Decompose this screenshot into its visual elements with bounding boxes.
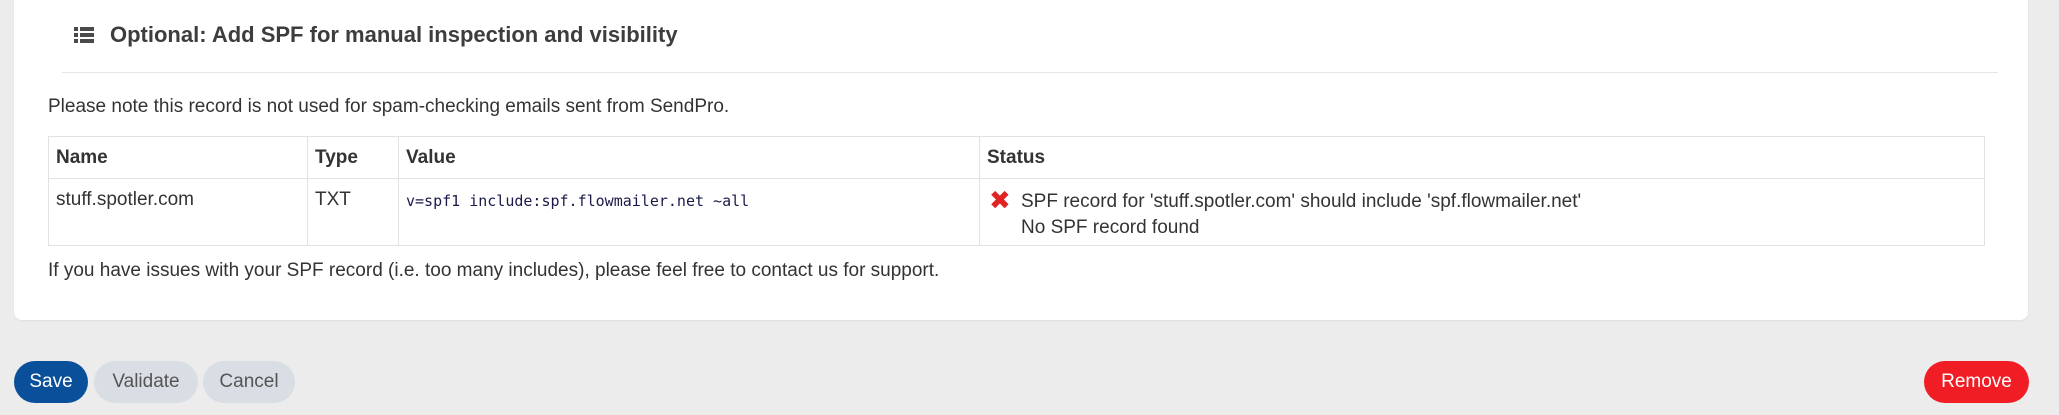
spf-note: Please note this record is not used for … <box>48 96 730 117</box>
list-icon <box>74 27 96 43</box>
status-detail: No SPF record found <box>1021 217 1200 238</box>
spf-panel: Optional: Add SPF for manual inspection … <box>14 0 2028 320</box>
header-value: Value <box>398 136 980 179</box>
panel-header: Optional: Add SPF for manual inspection … <box>62 0 1998 73</box>
status-lines: SPF record for 'stuff.spotler.com' shoul… <box>1021 189 1581 241</box>
support-text: If you have issues with your SPF record … <box>48 260 940 281</box>
status-message: SPF record for 'stuff.spotler.com' shoul… <box>1021 191 1582 212</box>
error-x-icon: ✖ <box>989 185 1011 215</box>
record-name: stuff.spotler.com <box>48 178 308 246</box>
status-wrap: ✖ SPF record for 'stuff.spotler.com' sho… <box>987 185 1977 241</box>
spf-records-table: Name Type Value Status stuff.spotler.com… <box>48 136 1985 246</box>
record-status-cell: ✖ SPF record for 'stuff.spotler.com' sho… <box>979 178 1985 246</box>
save-button[interactable]: Save <box>14 361 88 403</box>
header-name: Name <box>48 136 308 179</box>
record-value: v=spf1 include:spf.flowmailer.net ~all <box>406 192 750 210</box>
record-type: TXT <box>307 178 399 246</box>
panel-title: Optional: Add SPF for manual inspection … <box>110 22 678 47</box>
remove-button[interactable]: Remove <box>1924 361 2029 403</box>
table-header-row: Name Type Value Status <box>48 136 1985 179</box>
record-value-cell: v=spf1 include:spf.flowmailer.net ~all <box>398 178 980 246</box>
header-type: Type <box>307 136 399 179</box>
header-status: Status <box>979 136 1985 179</box>
cancel-button[interactable]: Cancel <box>203 361 295 403</box>
validate-button[interactable]: Validate <box>94 361 198 403</box>
table-row: stuff.spotler.com TXT v=spf1 include:spf… <box>48 178 1985 246</box>
